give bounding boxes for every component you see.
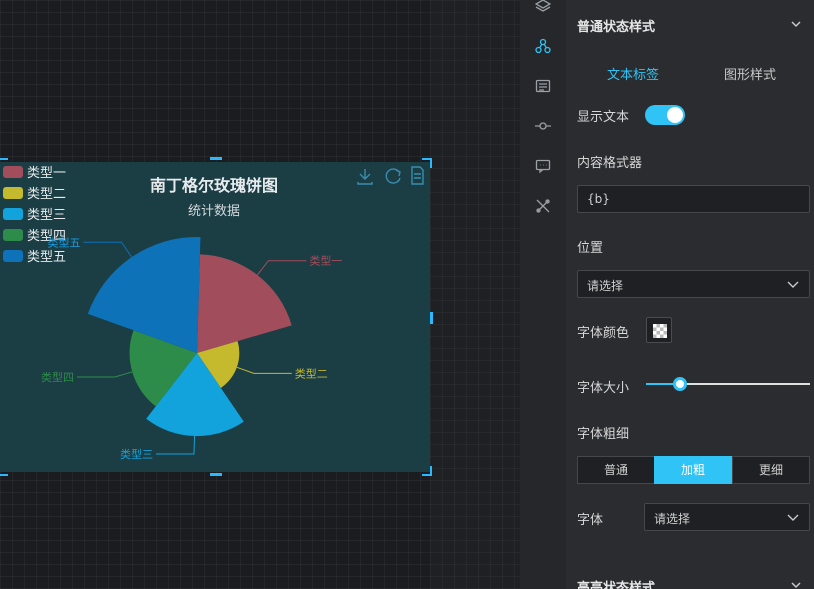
legend-swatch[interactable] [3, 229, 23, 241]
resize-handle-top-left[interactable] [0, 158, 8, 168]
resize-handle-right[interactable] [430, 312, 433, 324]
property-panel: 普通状态样式 文本标签 图形样式 显示文本 内容格式器 {b} 位置 请选择 字… [566, 0, 814, 589]
slice-label: 类型五 [48, 235, 81, 249]
font-color-label: 字体颜色 [577, 326, 630, 341]
section-highlight-style[interactable]: 高亮状态样式 [577, 577, 655, 589]
label-leader-line [236, 366, 292, 374]
chart-legend: 类型一类型二类型三类型四类型五 [3, 166, 66, 265]
label-leader-line [76, 371, 133, 378]
font-family-label: 字体 [577, 513, 604, 528]
position-select[interactable]: 请选择 [577, 270, 810, 298]
data-view-icon[interactable] [411, 166, 424, 185]
slice-label: 类型三 [120, 447, 153, 461]
legend-item-label[interactable]: 类型二 [27, 187, 66, 202]
chevron-down-icon[interactable] [790, 18, 802, 30]
legend-swatch[interactable] [3, 187, 23, 199]
layers-icon[interactable] [534, 0, 552, 15]
label-leader-line [155, 436, 196, 455]
font-size-label: 字体大小 [577, 381, 630, 396]
resize-handle-bottom[interactable] [210, 473, 222, 476]
font-family-select[interactable]: 请选择 [644, 503, 810, 531]
toggle-knob [667, 107, 683, 123]
refresh-icon[interactable] [385, 168, 401, 184]
canvas-gutter [430, 0, 520, 589]
legend-item-label[interactable]: 类型三 [27, 208, 66, 223]
nodes-icon[interactable] [534, 37, 552, 55]
font-weight-segmented: 普通 加粗 更细 [577, 456, 810, 484]
transparent-swatch [653, 324, 667, 338]
position-label: 位置 [577, 241, 604, 256]
section-normal-style[interactable]: 普通状态样式 [577, 16, 655, 35]
chevron-down-icon[interactable] [790, 579, 802, 589]
legend-swatch[interactable] [3, 208, 23, 220]
tab-text-label[interactable]: 文本标签 [607, 64, 659, 83]
pie-slice[interactable] [197, 254, 292, 353]
slice-label: 类型四 [41, 370, 74, 384]
font-color-picker[interactable] [646, 317, 672, 343]
legend-item-label[interactable]: 类型五 [27, 250, 66, 265]
font-size-slider-handle[interactable] [673, 377, 687, 391]
formatter-input[interactable]: {b} [577, 185, 810, 213]
font-family-select-value: 请选择 [654, 512, 691, 526]
position-select-value: 请选择 [587, 279, 624, 293]
resize-handle-bottom-left[interactable] [0, 466, 8, 476]
font-weight-bold-button[interactable]: 加粗 [654, 456, 732, 484]
tab-shape-style[interactable]: 图形样式 [724, 64, 776, 83]
list-icon[interactable] [534, 77, 552, 95]
legend-item-label[interactable]: 类型一 [27, 166, 66, 181]
legend-swatch[interactable] [3, 250, 23, 262]
chevron-down-icon [787, 514, 799, 521]
slice-label: 类型二 [295, 366, 328, 380]
chart-component[interactable]: 南丁格尔玫瑰饼图 统计数据 类型一 类型二 类型三 类型四 类型五 类型一 类型二 类型三类… [0, 157, 433, 476]
show-text-toggle[interactable] [645, 105, 685, 125]
show-text-label: 显示文本 [577, 110, 630, 125]
download-icon[interactable] [357, 169, 373, 185]
message-icon[interactable] [534, 157, 552, 175]
chart-subtitle: 统计数据 [188, 204, 240, 219]
rose-pie-chart: 南丁格尔玫瑰饼图 统计数据 类型一类型二类型三类型四类型五 类型一类型二类型三类… [3, 166, 424, 461]
chart-slices [87, 237, 292, 437]
font-weight-label: 字体粗细 [577, 427, 630, 442]
panel-icon-sidebar [520, 0, 566, 589]
chevron-down-icon [787, 281, 799, 288]
formatter-label: 内容格式器 [577, 156, 643, 171]
font-weight-normal-button[interactable]: 普通 [577, 456, 655, 484]
slice-label: 类型一 [309, 254, 342, 268]
font-weight-lighter-button[interactable]: 更细 [732, 456, 810, 484]
resize-handle-top[interactable] [210, 157, 222, 160]
resize-handle-bottom-right[interactable] [422, 466, 432, 476]
label-leader-line [83, 241, 133, 258]
chart-title: 南丁格尔玫瑰饼图 [150, 176, 278, 195]
connector-icon[interactable] [534, 117, 552, 135]
label-leader-line [256, 260, 307, 276]
style-tabs: 文本标签 图形样式 [566, 58, 814, 88]
tools-icon[interactable] [534, 197, 552, 215]
resize-handle-top-right[interactable] [422, 158, 432, 168]
